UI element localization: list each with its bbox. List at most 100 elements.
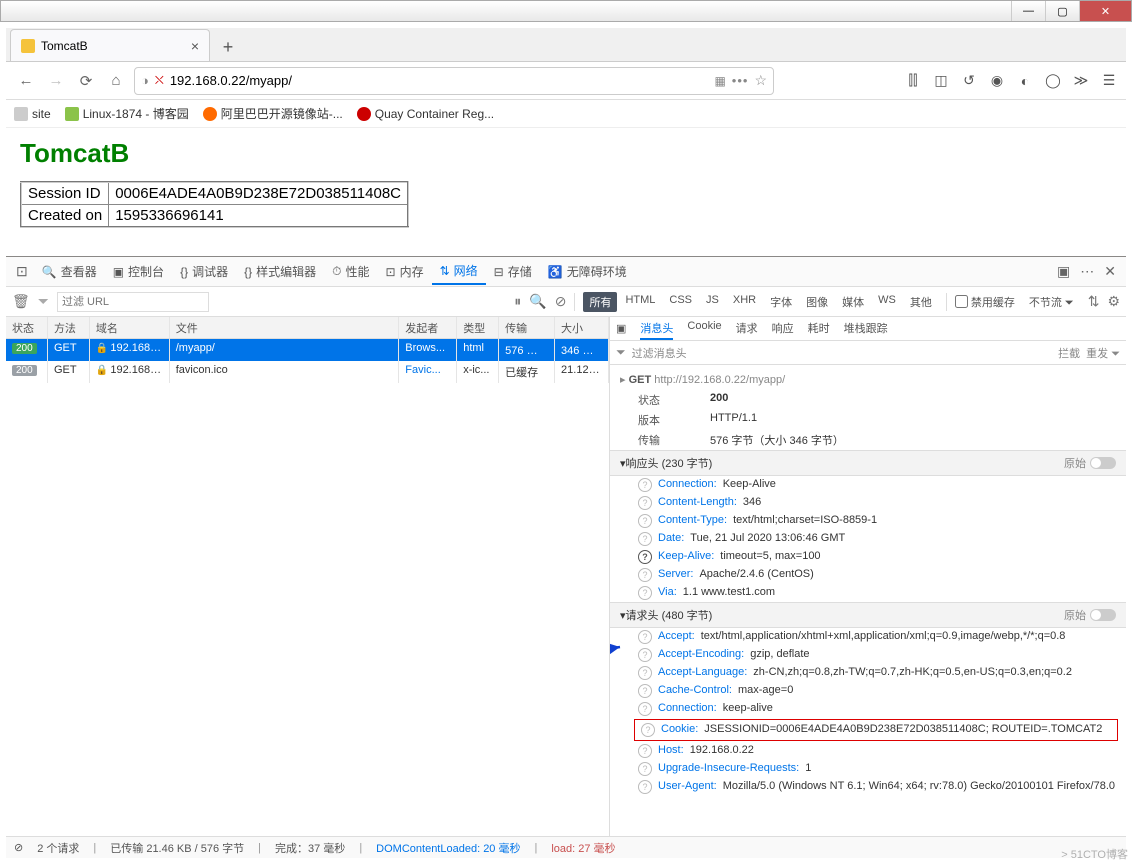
- filter-icon[interactable]: ⏷: [616, 345, 626, 360]
- help-icon[interactable]: ?: [638, 666, 652, 680]
- help-icon[interactable]: ?: [638, 586, 652, 600]
- filter-url-input[interactable]: [57, 292, 209, 312]
- page-actions-icon[interactable]: •••: [732, 73, 749, 88]
- type-filter-图像[interactable]: 图像: [800, 292, 834, 312]
- filter-icon[interactable]: ⏷: [38, 293, 49, 310]
- type-filter-JS[interactable]: JS: [700, 292, 725, 312]
- help-icon[interactable]: ?: [638, 478, 652, 492]
- type-filter-HTML[interactable]: HTML: [619, 292, 661, 312]
- help-icon[interactable]: ?: [638, 684, 652, 698]
- window-titlebar: — ▢ ✕: [0, 0, 1132, 22]
- browser-tab[interactable]: TomcatB ×: [10, 29, 210, 61]
- help-icon[interactable]: ?: [638, 514, 652, 528]
- no-issues-icon[interactable]: ⊘: [14, 841, 23, 854]
- devtools-tab-5[interactable]: ⊡ 内存: [378, 258, 432, 285]
- help-icon[interactable]: ?: [638, 630, 652, 644]
- close-button[interactable]: ✕: [1079, 1, 1131, 21]
- network-row[interactable]: 200GET🔒192.168.0...favicon.icoFavic...x-…: [6, 361, 609, 383]
- response-tab-堆栈跟踪[interactable]: 堆栈跟踪: [844, 318, 888, 340]
- sidebar-icon[interactable]: ◫: [932, 72, 950, 90]
- forward-icon[interactable]: →: [44, 69, 68, 93]
- help-icon[interactable]: ?: [638, 648, 652, 662]
- devtools-tab-8[interactable]: ♿ 无障碍环境: [540, 258, 635, 285]
- search-icon[interactable]: 🔍: [529, 293, 546, 310]
- help-icon[interactable]: ?: [638, 550, 652, 564]
- bookmark-star-icon[interactable]: ☆: [754, 72, 767, 89]
- response-tab-耗时[interactable]: 耗时: [808, 318, 830, 340]
- request-headers-section[interactable]: ▾ 请求头 (480 字节)原始: [610, 602, 1126, 628]
- pause-icon[interactable]: ⏸: [514, 293, 521, 310]
- minimize-button[interactable]: —: [1011, 1, 1045, 21]
- toggle-raw-icon[interactable]: ▣: [616, 322, 626, 335]
- header-line: ?Cache-Control: max-age=0: [610, 682, 1126, 700]
- clear-icon[interactable]: 🗑: [12, 293, 30, 310]
- raw-toggle[interactable]: [1090, 457, 1116, 469]
- reload-icon[interactable]: ⟳: [74, 69, 98, 93]
- type-filter-CSS[interactable]: CSS: [663, 292, 698, 312]
- extension-icon-1[interactable]: ◉: [988, 72, 1006, 90]
- bookmark-aliyun[interactable]: 阿里巴巴开源镜像站-...: [203, 105, 343, 122]
- har-icon[interactable]: ⇅: [1088, 293, 1100, 310]
- maximize-button[interactable]: ▢: [1045, 1, 1079, 21]
- settings-icon[interactable]: ⚙: [1107, 293, 1120, 310]
- help-icon[interactable]: ?: [638, 702, 652, 716]
- inspect-icon[interactable]: ⊡: [12, 263, 32, 280]
- shield-icon[interactable]: ◑: [141, 73, 149, 88]
- account-icon[interactable]: ◯: [1044, 72, 1062, 90]
- help-icon[interactable]: ?: [638, 496, 652, 510]
- network-request-list: 状态方法域名文件发起者类型传输大小 200GET🔒192.168.0.../my…: [6, 317, 610, 836]
- network-row[interactable]: 200GET🔒192.168.0.../myapp/Brows...html57…: [6, 339, 609, 361]
- new-tab-button[interactable]: +: [214, 33, 242, 61]
- devtools-tab-6[interactable]: ⇅ 网络: [432, 258, 486, 285]
- response-tab-Cookie[interactable]: Cookie: [687, 318, 721, 340]
- response-tab-响应[interactable]: 响应: [772, 318, 794, 340]
- overflow-icon[interactable]: ≫: [1072, 72, 1090, 90]
- back-icon[interactable]: ←: [14, 69, 38, 93]
- devtools-tab-4[interactable]: ⏱ 性能: [324, 258, 377, 285]
- type-filter-其他[interactable]: 其他: [904, 292, 938, 312]
- devtools-tab-3[interactable]: {} 样式编辑器: [236, 258, 324, 285]
- url-box[interactable]: ◑ ⛌ ▦ ••• ☆: [134, 67, 774, 95]
- close-devtools-icon[interactable]: ✕: [1100, 263, 1120, 280]
- type-filter-XHR[interactable]: XHR: [727, 292, 762, 312]
- bookmarks-bar: site Linux-1874 - 博客园 阿里巴巴开源镜像站-... Quay…: [6, 100, 1126, 128]
- resend-button[interactable]: 重发 ⏷: [1086, 345, 1120, 361]
- type-filter-WS[interactable]: WS: [872, 292, 902, 312]
- home-icon[interactable]: ⌂: [104, 69, 128, 93]
- block-icon[interactable]: ⊘: [555, 293, 567, 310]
- type-filter-媒体[interactable]: 媒体: [836, 292, 870, 312]
- devtools-tab-1[interactable]: ▣ 控制台: [105, 258, 172, 285]
- devtools-tab-0[interactable]: 🔍 查看器: [34, 258, 105, 285]
- bookmark-quay[interactable]: Quay Container Reg...: [357, 107, 494, 121]
- devtools-tab-7[interactable]: ⊟ 存储: [486, 258, 540, 285]
- raw-toggle[interactable]: [1090, 609, 1116, 621]
- menu-icon[interactable]: ☰: [1100, 72, 1118, 90]
- bookmark-linux[interactable]: Linux-1874 - 博客园: [65, 105, 189, 122]
- help-icon[interactable]: ?: [638, 568, 652, 582]
- response-tab-请求[interactable]: 请求: [736, 318, 758, 340]
- block-button[interactable]: 拦截: [1058, 345, 1080, 361]
- help-icon[interactable]: ?: [638, 762, 652, 776]
- bookmark-site[interactable]: site: [14, 107, 51, 121]
- filter-headers-input[interactable]: 过滤消息头: [632, 345, 687, 361]
- help-icon[interactable]: ?: [641, 723, 655, 737]
- type-filter-所有[interactable]: 所有: [583, 292, 617, 312]
- help-icon[interactable]: ?: [638, 780, 652, 794]
- response-tab-消息头[interactable]: 消息头: [640, 318, 673, 340]
- help-icon[interactable]: ?: [638, 744, 652, 758]
- extension-icon-2[interactable]: ◐: [1016, 72, 1034, 90]
- type-filter-字体[interactable]: 字体: [764, 292, 798, 312]
- qr-icon[interactable]: ▦: [714, 74, 725, 88]
- response-headers-section[interactable]: ▾ 响应头 (230 字节)原始: [610, 450, 1126, 476]
- disable-cache-checkbox[interactable]: 禁用缓存: [955, 294, 1015, 310]
- devtools-tab-2[interactable]: {} 调试器: [172, 258, 236, 285]
- history-icon[interactable]: ↺: [960, 72, 978, 90]
- help-icon[interactable]: ?: [638, 532, 652, 546]
- library-icon[interactable]: ⫿⫿: [904, 72, 922, 90]
- tab-close-icon[interactable]: ×: [191, 38, 199, 54]
- insecure-lock-icon[interactable]: ⛌: [155, 73, 164, 88]
- dock-icon[interactable]: ▣: [1053, 263, 1074, 280]
- more-icon[interactable]: ⋯: [1076, 263, 1098, 280]
- url-input[interactable]: [170, 73, 709, 88]
- throttle-select[interactable]: 不节流 ⏷: [1023, 292, 1080, 312]
